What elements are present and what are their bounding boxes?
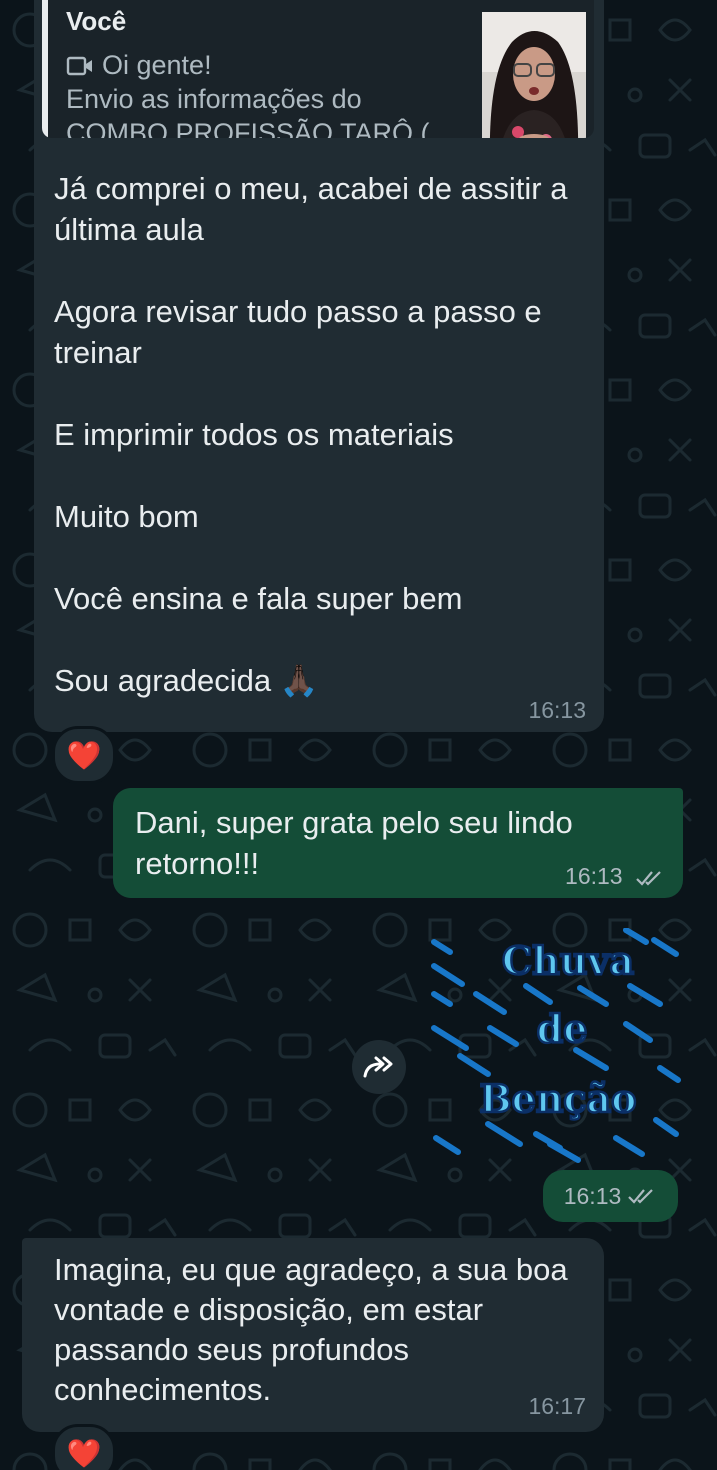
message-timestamp: 16:13 (565, 863, 623, 889)
quote-line: Oi gente! (66, 50, 212, 81)
quote-author: Você (66, 6, 127, 36)
incoming-message[interactable]: Imagina, eu que agradeço, a sua boa vont… (22, 1238, 604, 1432)
incoming-message[interactable]: Você Oi gente! Envio as informações do C… (34, 0, 604, 732)
outgoing-message[interactable]: Dani, super grata pelo seu lindo retorno… (113, 788, 683, 898)
message-text: Imagina, eu que agradeço, a sua boa vont… (54, 1252, 568, 1407)
sticker-image[interactable]: Chuva de Benção (430, 928, 682, 1168)
sticker-status: 16:13 (543, 1170, 678, 1222)
message-text: Já comprei o meu, acabei de assitir a úl… (54, 168, 594, 701)
message-paragraph: Sou agradecida 🙏🏿 (54, 663, 319, 698)
message-paragraph: Já comprei o meu, acabei de assitir a úl… (54, 171, 568, 247)
message-timestamp: 16:17 (528, 1393, 586, 1419)
heart-icon: ❤️ (66, 1437, 102, 1469)
message-paragraph: E imprimir todos os materiais (54, 417, 454, 452)
quote-accent-bar (42, 0, 48, 138)
message-paragraph: Agora revisar tudo passo a passo e trein… (54, 294, 542, 370)
message-paragraph: Você ensina e fala super bem (54, 581, 463, 616)
double-check-icon (636, 871, 661, 886)
quoted-message[interactable]: Você Oi gente! Envio as informações do C… (42, 0, 594, 138)
forward-icon (363, 1056, 393, 1078)
forward-button[interactable] (352, 1040, 406, 1094)
reaction-badge[interactable]: ❤️ (52, 1424, 116, 1470)
quote-text-line3: COMBO PROFISSÃO TARÔ (... (66, 118, 453, 138)
sticker-text-line2: de (537, 1006, 588, 1051)
message-text: Dani, super grata pelo seu lindo retorno… (135, 805, 573, 881)
sticker-text-line1: Chuva (502, 938, 634, 983)
message-paragraph: Muito bom (54, 499, 199, 534)
quote-thumbnail (482, 12, 586, 138)
quote-text-line2: Envio as informações do (66, 84, 362, 114)
message-timestamp: 16:13 (528, 697, 586, 723)
double-check-icon (628, 1189, 654, 1204)
chat-view[interactable]: Você Oi gente! Envio as informações do C… (0, 0, 717, 1470)
video-icon (66, 56, 92, 75)
message-status: 16:13 (565, 863, 665, 890)
reaction-badge[interactable]: ❤️ (52, 726, 116, 784)
quote-text-line1: Oi gente! (102, 50, 212, 80)
sticker-text-line3: Benção (479, 1076, 636, 1121)
message-timestamp: 16:13 (563, 1182, 622, 1209)
heart-icon: ❤️ (66, 739, 102, 771)
